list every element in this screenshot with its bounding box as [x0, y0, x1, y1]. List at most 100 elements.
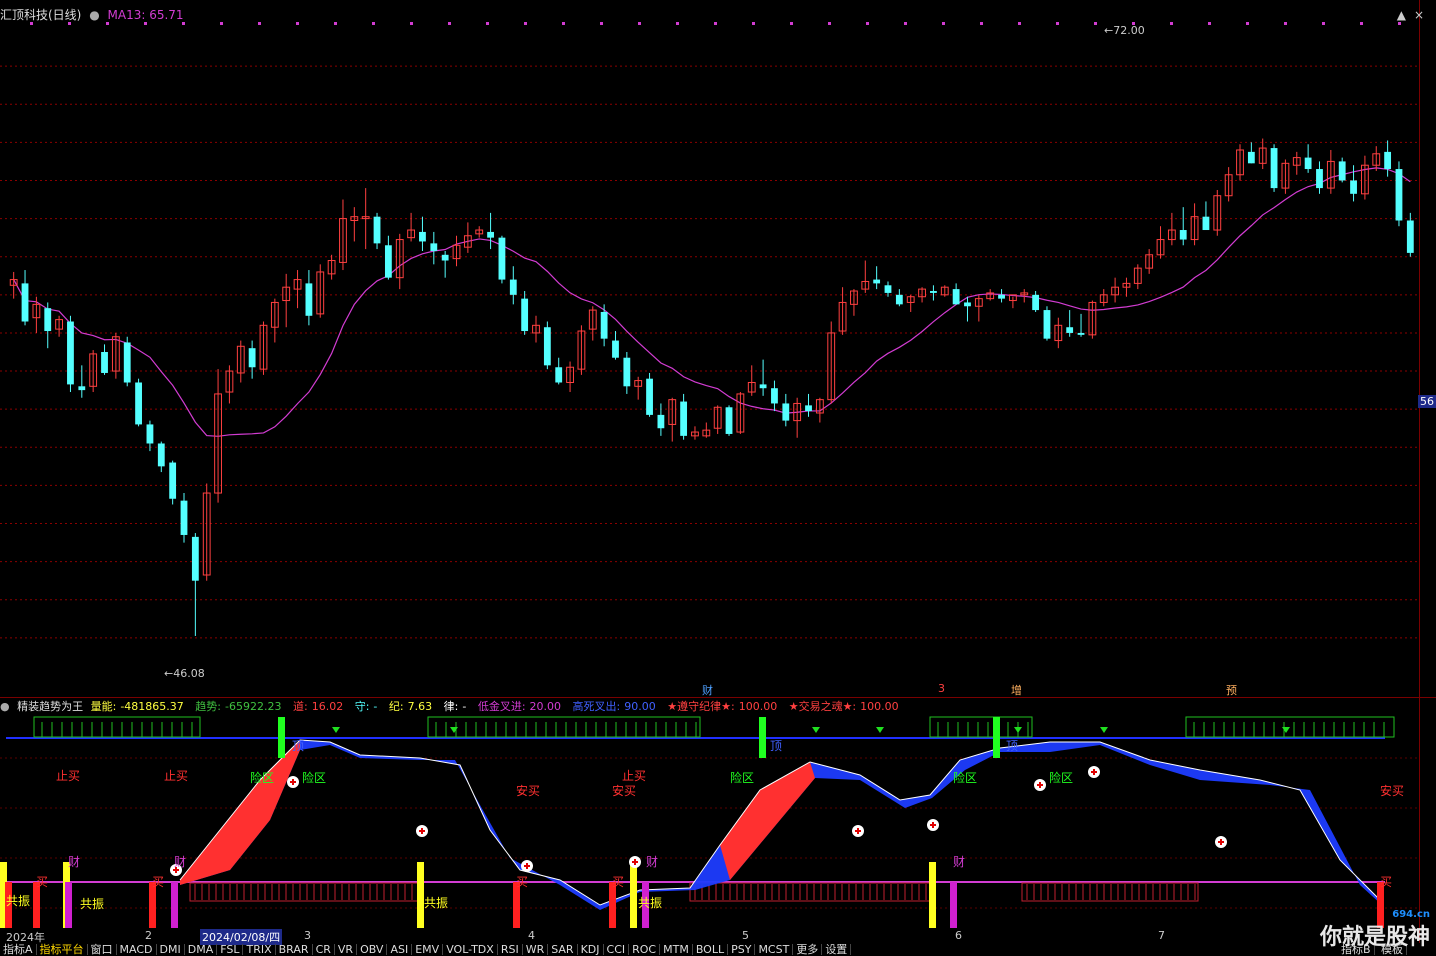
- down-arrow-icon: [450, 727, 458, 733]
- tab-7[interactable]: TRIX: [243, 944, 276, 955]
- signal-dot: [448, 22, 451, 25]
- date-label: 7: [1158, 929, 1165, 942]
- red-zone: [189, 882, 421, 902]
- event-tag-yu[interactable]: 预: [1226, 682, 1237, 698]
- candle-body: [998, 294, 1005, 299]
- tab-0[interactable]: 指标A: [0, 944, 37, 955]
- signal-dot: [904, 22, 907, 25]
- trend-line-white: [179, 739, 1381, 906]
- tab-3[interactable]: MACD: [117, 944, 157, 955]
- candle-body: [157, 443, 165, 467]
- label-gongzhen: 共振: [638, 896, 662, 910]
- lv-value: -: [462, 700, 467, 713]
- tab-15[interactable]: RSI: [498, 944, 523, 955]
- lv-item: 律: -: [444, 700, 471, 713]
- qs-item: 趋势: -65922.23: [195, 700, 285, 713]
- tab-13[interactable]: EMV: [412, 944, 444, 955]
- tab-4[interactable]: DMI: [157, 944, 185, 955]
- tab-26[interactable]: 设置: [822, 944, 852, 955]
- tab-25[interactable]: 更多: [793, 944, 823, 955]
- qs-value: -65922.23: [225, 700, 282, 713]
- tab-24[interactable]: MCST: [755, 944, 794, 955]
- signal-bar: [278, 717, 285, 758]
- candle-body: [146, 424, 154, 444]
- indicator-setting-icon[interactable]: ●: [0, 700, 10, 713]
- tab-12[interactable]: ASI: [387, 944, 413, 955]
- candle-body: [123, 342, 131, 383]
- signal-dot: [1398, 22, 1401, 25]
- candle-body: [101, 352, 108, 373]
- ma-setting-icon[interactable]: ●: [89, 8, 99, 22]
- zs-value: 100.00: [738, 700, 778, 713]
- candle-body: [1395, 169, 1403, 221]
- candle-body: [248, 348, 256, 368]
- tab-19[interactable]: CCI: [604, 944, 630, 955]
- signal-dot: [790, 22, 793, 25]
- tab-10[interactable]: VR: [335, 944, 358, 955]
- qs-label: 趋势:: [195, 700, 222, 713]
- candle-body: [509, 279, 517, 295]
- down-arrow-icon: [1100, 727, 1108, 733]
- candle-body: [612, 340, 619, 358]
- tab-8[interactable]: BRAR: [276, 944, 313, 955]
- candle-body: [191, 536, 199, 581]
- dj-item: 低金叉进: 20.00: [478, 700, 565, 713]
- signal-bar: [417, 862, 424, 928]
- candle-body: [600, 311, 608, 339]
- signal-dot: [220, 22, 223, 25]
- candle-body: [930, 291, 937, 293]
- candle-body: [1202, 216, 1210, 231]
- candle-body: [657, 414, 665, 429]
- candle-body: [21, 283, 29, 322]
- candle-body: [1066, 327, 1074, 333]
- collapse-button[interactable]: ▲: [1397, 8, 1406, 22]
- tab-16[interactable]: WR: [523, 944, 549, 955]
- tab-20[interactable]: ROC: [629, 944, 661, 955]
- signal-bar: [630, 862, 637, 928]
- tab-14[interactable]: VOL-TDX: [443, 944, 498, 955]
- tab-18[interactable]: KDJ: [578, 944, 604, 955]
- indicator-panel: 止买 止买 止买险区 险区 险区 险区 险区顶顶顶安买 安买安买财财财财共振 共振 共振 共振买买买…: [0, 716, 1404, 928]
- low-price-annotation: ←46.08: [164, 667, 205, 680]
- dj-value: 20.00: [529, 700, 562, 713]
- signal-dot: [524, 22, 527, 25]
- tab-9[interactable]: CR: [313, 944, 335, 955]
- tab-5[interactable]: DMA: [185, 944, 218, 955]
- label-xianqu: 险区: [250, 770, 274, 785]
- dao-value: 16.02: [311, 700, 344, 713]
- tab-22[interactable]: BOLL: [693, 944, 729, 955]
- tab-21[interactable]: MTM: [660, 944, 693, 955]
- qn-item: 量能: -481865.37: [91, 700, 188, 713]
- jy-item: ★交易之魂★: 100.00: [789, 700, 903, 713]
- label-gongzhen: 共振: [6, 894, 30, 908]
- candlestick-chart[interactable]: 止买 止买 止买险区 险区 险区 险区 险区顶顶顶安买 安买安买财财财财共振 共振 共振 共振买买买…: [0, 0, 1436, 955]
- candle-body: [384, 245, 392, 278]
- ma-label: MA13: 65.71: [107, 8, 184, 22]
- dj-label: 低金叉进:: [477, 700, 526, 713]
- signal-dot: [486, 22, 489, 25]
- tab-23[interactable]: PSY: [728, 944, 756, 955]
- tab-1[interactable]: 指标平台: [37, 944, 88, 955]
- candle-body: [441, 254, 449, 261]
- label-gongzhen: 共振: [80, 897, 104, 911]
- candle-body: [623, 357, 631, 387]
- candle-body: [964, 302, 971, 307]
- indicator-tab-bar: 指标A 指标平台 窗口 MACD DMI DMA FSL TRIX BRAR CR VR OBV ASI…: [0, 944, 852, 955]
- tab-17[interactable]: SAR: [548, 944, 578, 955]
- tab-6[interactable]: FSL: [217, 944, 244, 955]
- event-tag-cai[interactable]: 财: [702, 682, 713, 698]
- label-mai: 买: [612, 875, 624, 889]
- label-xianqu: 险区: [730, 770, 754, 785]
- tab-2[interactable]: 窗口: [88, 944, 117, 955]
- ji-label: 纪:: [388, 700, 404, 713]
- candle-body: [67, 321, 74, 385]
- tab-11[interactable]: OBV: [357, 944, 388, 955]
- event-tag-zeng[interactable]: 增: [1011, 682, 1022, 698]
- watermark: 694.cn 你就是股神: [1320, 909, 1430, 951]
- event-tag-3[interactable]: 3: [938, 682, 945, 695]
- green-zone: [33, 716, 201, 738]
- candle-body: [1350, 180, 1357, 194]
- ji-value: 7.63: [407, 700, 433, 713]
- close-button[interactable]: ×: [1414, 8, 1424, 22]
- trend-ribbon-red: [180, 740, 300, 885]
